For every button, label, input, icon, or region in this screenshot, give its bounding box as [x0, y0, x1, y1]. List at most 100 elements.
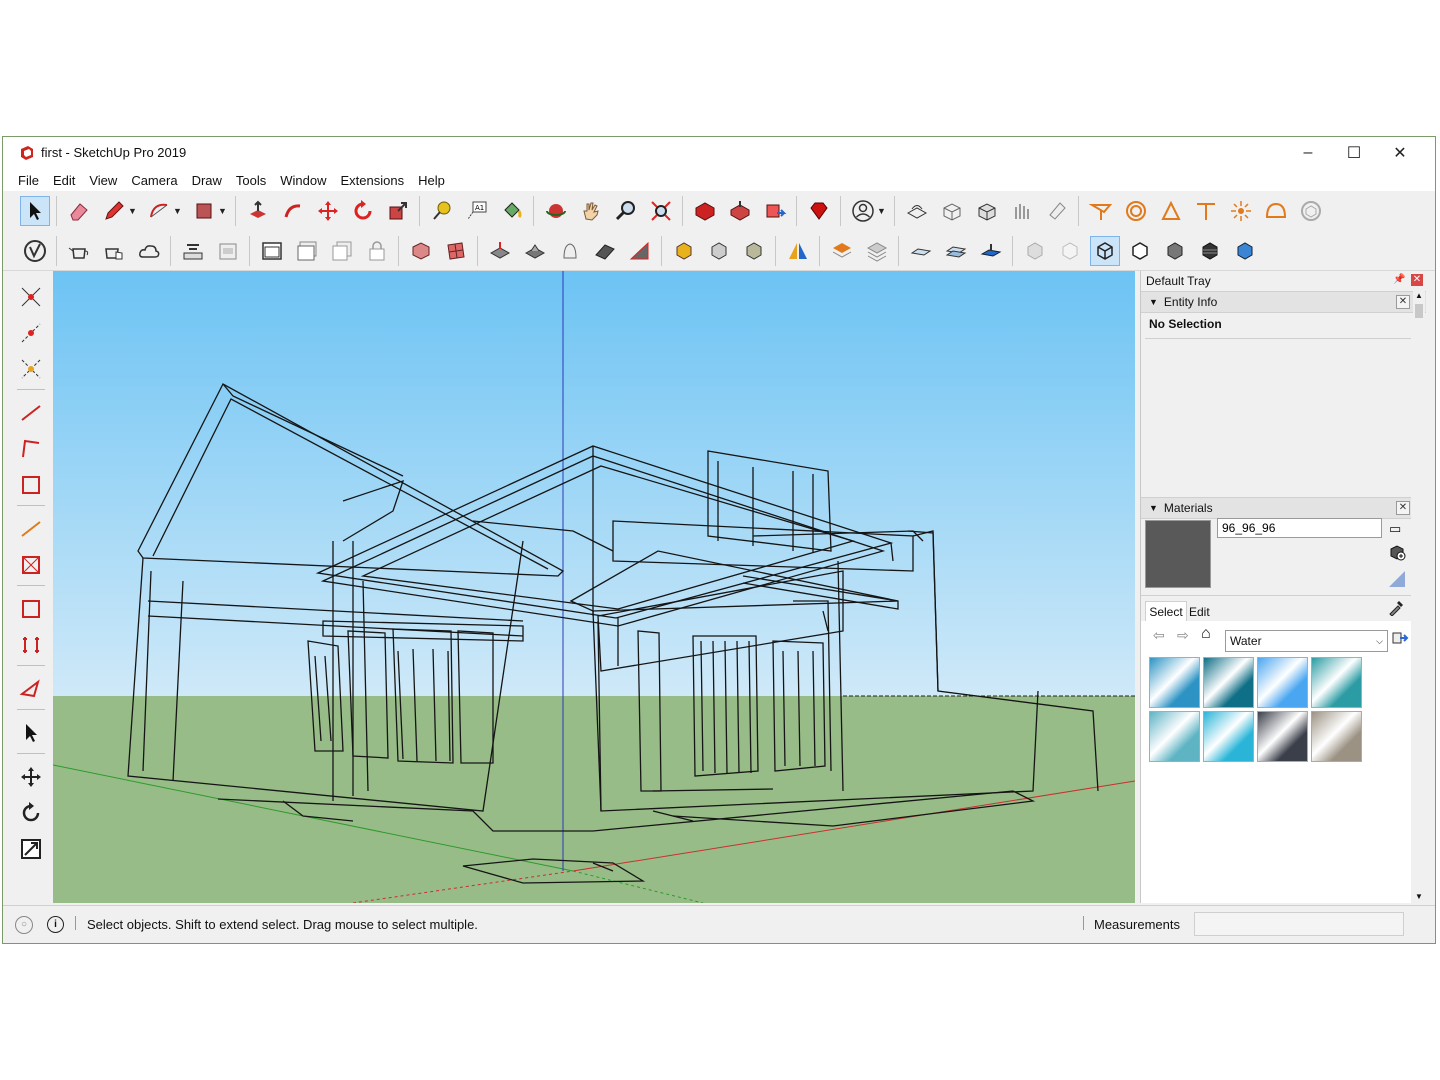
menu-draw[interactable]: Draw	[185, 173, 229, 188]
solid-tool-3-button[interactable]	[17, 355, 45, 383]
scroll-up-icon[interactable]: ▲	[1413, 291, 1425, 300]
polygon-tool-button[interactable]	[17, 675, 45, 703]
create-material-icon[interactable]	[1388, 543, 1406, 561]
layers-button[interactable]	[827, 236, 857, 266]
extension-warehouse-button[interactable]	[804, 196, 834, 226]
material-sample-icon[interactable]: ▭	[1389, 521, 1401, 537]
terrain-tool-2-button[interactable]	[520, 236, 550, 266]
rotate-tool-button[interactable]	[348, 196, 378, 226]
edge-tool-1-button[interactable]	[17, 399, 45, 427]
scale-tool-button[interactable]	[383, 196, 413, 226]
left-rotate-button[interactable]	[17, 799, 45, 827]
back-arrow-icon[interactable]: ⇦	[1153, 627, 1165, 644]
solid-union-button[interactable]	[406, 236, 436, 266]
swatch-water-6[interactable]	[1203, 711, 1254, 762]
tape-measure-tool-button[interactable]	[427, 196, 457, 226]
geolocation-icon[interactable]: ○	[15, 916, 33, 934]
hidden-line-button[interactable]	[1125, 236, 1155, 266]
teapot-hand-button[interactable]	[99, 236, 129, 266]
validity-check-button[interactable]	[20, 236, 50, 266]
eraser-tool-button[interactable]	[64, 196, 94, 226]
window-frame-button[interactable]	[257, 236, 287, 266]
back-edges-button[interactable]	[1055, 236, 1085, 266]
material-preview[interactable]	[1145, 520, 1211, 588]
shape-dropdown-icon[interactable]: ▼	[218, 206, 228, 216]
material-name-field[interactable]	[1217, 518, 1382, 538]
terrain-tool-5-button[interactable]	[625, 236, 655, 266]
terrain-tool-4-button[interactable]	[590, 236, 620, 266]
smoove-button[interactable]	[972, 196, 1002, 226]
close-button[interactable]: ✕	[1377, 137, 1423, 169]
layout-open-button[interactable]	[213, 236, 243, 266]
plane-1-button[interactable]	[906, 236, 936, 266]
stamp-button[interactable]	[1007, 196, 1037, 226]
sandbox-from-scratch-button[interactable]	[937, 196, 967, 226]
materials-edit-tab[interactable]: Edit	[1189, 603, 1223, 621]
swatch-water-3[interactable]	[1257, 657, 1308, 708]
line-dropdown-icon[interactable]: ▼	[128, 206, 138, 216]
menu-camera[interactable]: Camera	[124, 173, 184, 188]
paint-bucket-tool-button[interactable]	[497, 196, 527, 226]
account-button[interactable]	[848, 196, 878, 226]
info-icon[interactable]: i	[47, 916, 64, 933]
swatch-water-7[interactable]	[1257, 711, 1308, 762]
default-paint-icon[interactable]	[1387, 569, 1407, 589]
teapot-button[interactable]	[64, 236, 94, 266]
menu-file[interactable]: File	[11, 173, 46, 188]
edge-tool-3-button[interactable]	[17, 471, 45, 499]
terrain-tool-1-button[interactable]	[485, 236, 515, 266]
scroll-down-icon[interactable]: ▼	[1413, 892, 1425, 901]
entity-info-header[interactable]: ▼ Entity Info ✕	[1141, 291, 1426, 313]
guide-tool-2-button[interactable]	[17, 551, 45, 579]
component-1-button[interactable]	[669, 236, 699, 266]
menu-extensions[interactable]: Extensions	[334, 173, 412, 188]
materials-header[interactable]: ▼ Materials ✕	[1141, 497, 1411, 519]
guide-tool-4-button[interactable]	[17, 631, 45, 659]
move-tool-button[interactable]	[313, 196, 343, 226]
materials-close-icon[interactable]: ✕	[1396, 501, 1410, 515]
match-photo-button[interactable]	[1296, 196, 1326, 226]
pan-tool-button[interactable]	[576, 196, 606, 226]
plane-3-button[interactable]	[976, 236, 1006, 266]
orbit-tool-button[interactable]	[541, 196, 571, 226]
edge-tool-2-button[interactable]	[17, 435, 45, 463]
swatch-water-1[interactable]	[1149, 657, 1200, 708]
pin-icon[interactable]: 📌	[1393, 274, 1405, 285]
window-stack-button[interactable]	[292, 236, 322, 266]
wireframe-button[interactable]	[1089, 235, 1120, 266]
drape-button[interactable]	[1042, 196, 1072, 226]
solid-grid-button[interactable]	[441, 236, 471, 266]
material-collection-select[interactable]: Water ⌵	[1225, 630, 1388, 652]
minimize-button[interactable]: –	[1285, 137, 1331, 169]
left-select-button[interactable]	[17, 719, 45, 747]
lock-window-button[interactable]	[362, 236, 392, 266]
menu-window[interactable]: Window	[273, 173, 333, 188]
rectangle-tool-button[interactable]	[189, 196, 219, 226]
measurements-input[interactable]	[1194, 912, 1404, 936]
solid-tool-1-button[interactable]	[17, 283, 45, 311]
swatch-water-8[interactable]	[1311, 711, 1362, 762]
menu-view[interactable]: View	[82, 173, 124, 188]
flip-button[interactable]	[783, 236, 813, 266]
modeling-viewport[interactable]	[53, 271, 1135, 903]
cloud-button[interactable]	[134, 236, 164, 266]
line-tool-button[interactable]	[99, 196, 129, 226]
zoom-tool-button[interactable]	[611, 196, 641, 226]
left-scale-button[interactable]	[17, 835, 45, 863]
follow-me-tool-button[interactable]	[278, 196, 308, 226]
forward-arrow-icon[interactable]: ⇨	[1177, 627, 1189, 644]
solid-tool-2-button[interactable]	[17, 319, 45, 347]
scroll-thumb[interactable]	[1415, 304, 1423, 318]
guide-tool-1-button[interactable]	[17, 515, 45, 543]
terrain-tool-3-button[interactable]	[555, 236, 585, 266]
fog-button[interactable]	[1261, 196, 1291, 226]
plane-2-button[interactable]	[941, 236, 971, 266]
swatch-water-4[interactable]	[1311, 657, 1362, 708]
display-section-cuts-button[interactable]	[1156, 196, 1186, 226]
zoom-extents-tool-button[interactable]	[646, 196, 676, 226]
left-move-button[interactable]	[17, 763, 45, 791]
monochrome-button[interactable]	[1230, 236, 1260, 266]
display-section-planes-button[interactable]	[1121, 196, 1151, 226]
materials-select-tab[interactable]: Select	[1145, 601, 1187, 622]
component-3-button[interactable]	[739, 236, 769, 266]
